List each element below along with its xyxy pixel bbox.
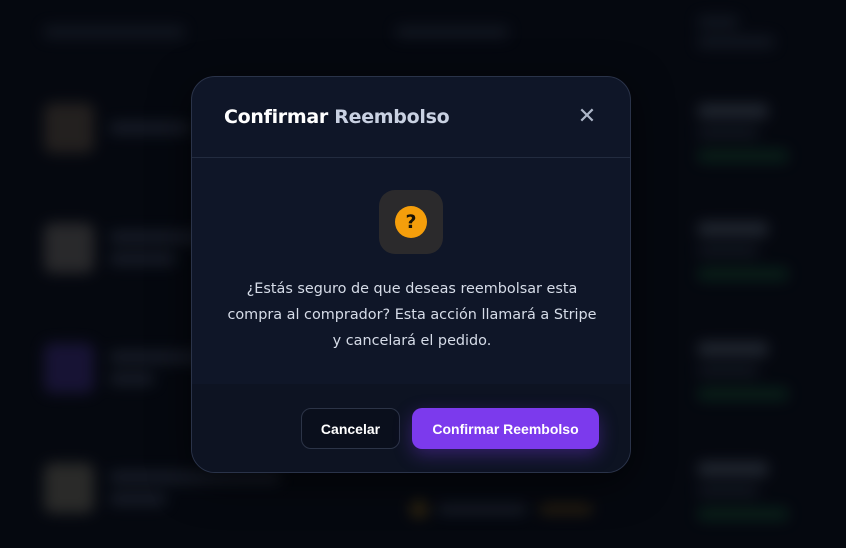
dialog-message-line: compra al comprador? Esta acción llamará… xyxy=(227,307,597,323)
dialog-title: Confirmar Reembolso xyxy=(224,106,450,128)
close-button[interactable]: ✕ xyxy=(576,106,598,128)
dialog-header: Confirmar Reembolso ✕ xyxy=(192,77,630,158)
refund-confirm-dialog: Confirmar Reembolso ✕ ? ¿Estás seguro de… xyxy=(191,76,631,473)
dialog-message: ¿Estás seguro de que deseas reembolsar e… xyxy=(222,276,602,354)
dialog-body: ? ¿Estás seguro de que deseas reembolsar… xyxy=(192,158,630,383)
dialog-message-line: y cancelará el pedido. xyxy=(332,333,492,349)
cancel-button[interactable]: Cancelar xyxy=(301,408,400,449)
dialog-title-accent: Reembolso xyxy=(334,106,450,128)
warning-icon-container: ? xyxy=(379,190,443,254)
dialog-message-line: ¿Estás seguro de que deseas reembolsar e… xyxy=(246,281,578,297)
dialog-title-main: Confirmar xyxy=(224,106,328,128)
question-mark-icon: ? xyxy=(395,206,427,238)
close-icon: ✕ xyxy=(577,104,597,129)
confirm-refund-button[interactable]: Confirmar Reembolso xyxy=(412,408,599,449)
dialog-footer: Cancelar Confirmar Reembolso xyxy=(192,384,630,472)
